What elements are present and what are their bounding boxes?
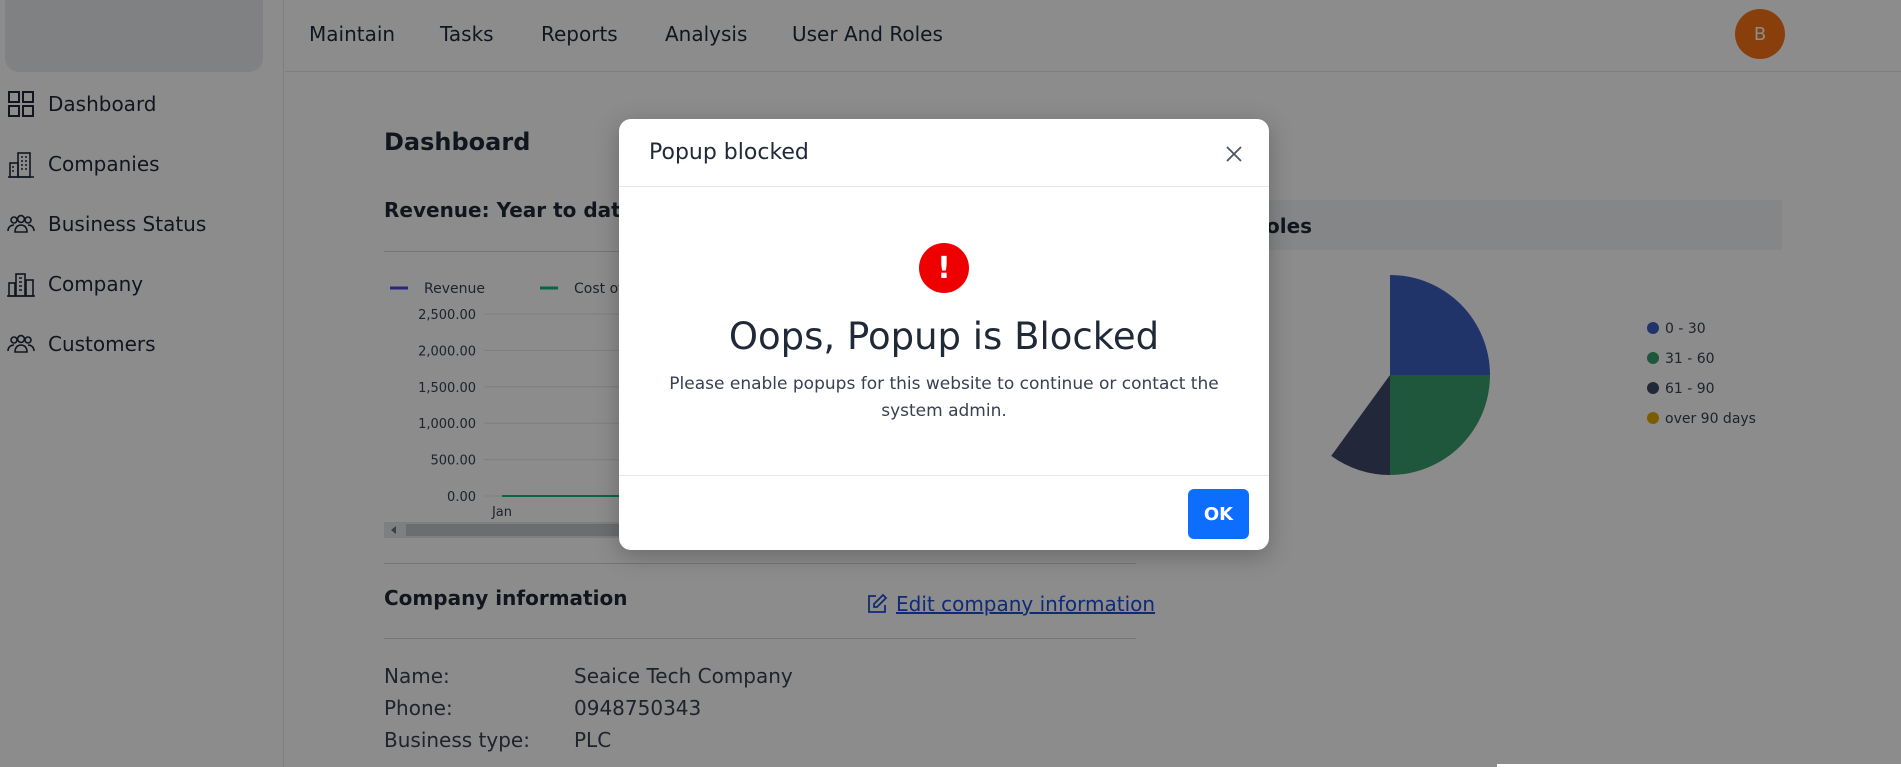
modal-title: Popup blocked xyxy=(649,140,809,165)
close-icon xyxy=(1226,146,1242,162)
ok-button[interactable]: OK xyxy=(1188,489,1249,539)
alert-icon: ! xyxy=(919,243,969,293)
modal-footer xyxy=(619,475,1269,550)
modal-message: Please enable popups for this website to… xyxy=(669,374,1219,421)
modal-heading: Oops, Popup is Blocked xyxy=(728,315,1160,358)
modal-header: Popup blocked xyxy=(619,119,1269,187)
close-button[interactable] xyxy=(1221,141,1247,167)
popup-blocked-dialog: Popup blocked ! Oops, Popup is Blocked P… xyxy=(619,119,1269,550)
